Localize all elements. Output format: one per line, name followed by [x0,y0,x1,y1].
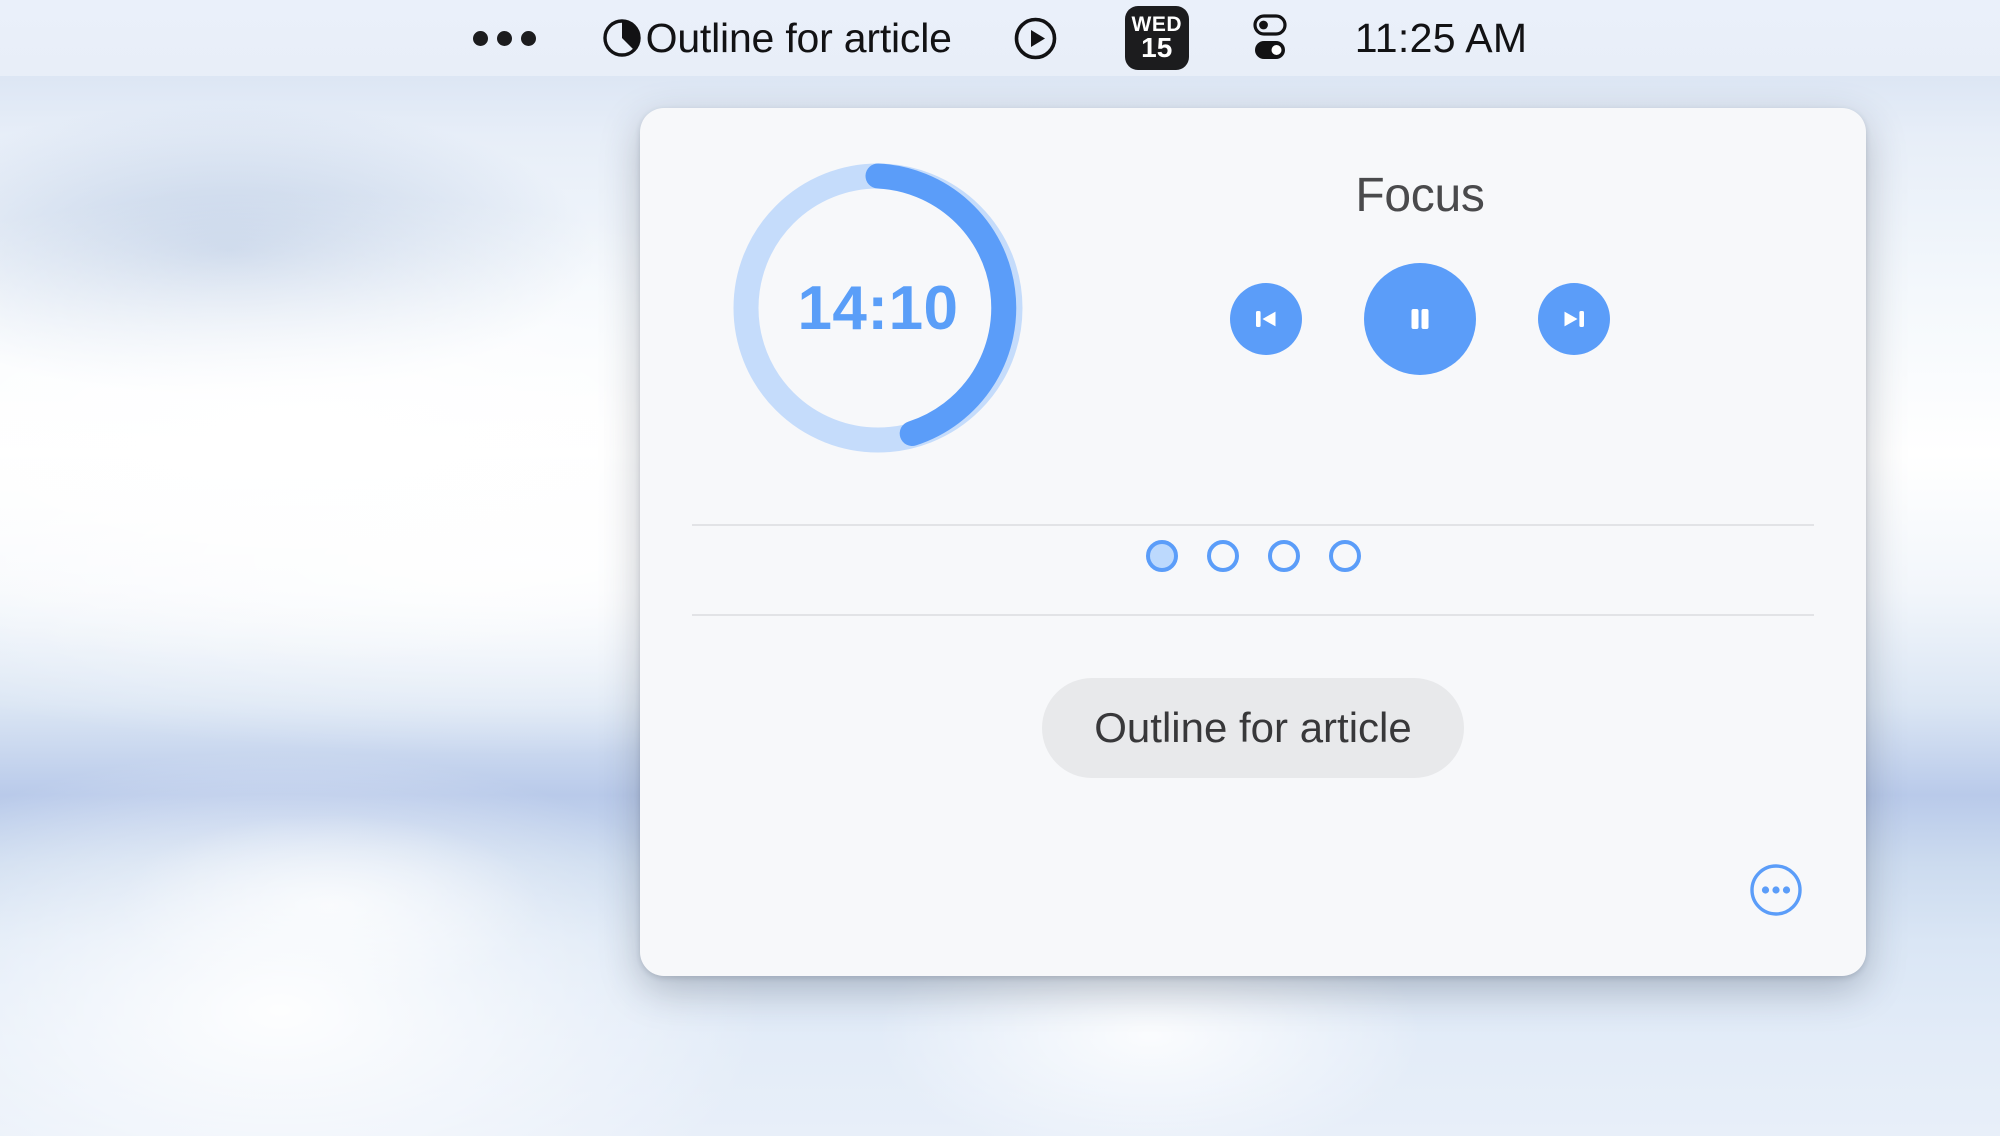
menu-bar: Outline for article WED 15 11:25 AM [0,0,2000,76]
control-center-toggles-icon[interactable] [1247,12,1293,64]
divider-top [692,524,1814,526]
play-circle-icon[interactable] [1014,17,1057,60]
skip-back-icon [1256,311,1276,327]
session-dot-3[interactable] [1267,540,1300,572]
timer-mode-label: Focus [1355,169,1485,222]
transport-button-row [1020,263,1820,375]
dot [520,30,536,46]
session-dot-1[interactable] [1145,540,1178,572]
skip-forward-icon [1564,311,1584,327]
menubar-clock[interactable]: 11:25 AM [1355,15,1528,62]
timer-progress-ring[interactable]: 14:10 [710,140,1046,476]
dot [496,30,512,46]
timer-popover-panel: 14:10 Focus Outline for article [640,108,1866,976]
current-task-pill[interactable]: Outline for article [1042,678,1464,778]
menubar-title[interactable]: Outline for article [646,15,952,62]
timer-remaining-label: 14:10 [797,273,959,343]
previous-session-button[interactable] [1230,283,1302,355]
session-dots [640,540,1866,572]
task-row: Outline for article [640,678,1866,778]
divider-bottom [692,614,1814,616]
timer-controls: Focus [1060,168,1820,375]
session-dot-4[interactable] [1328,540,1361,572]
pie-timer-icon[interactable] [602,18,642,58]
calendar-day: 15 [1141,32,1173,63]
dot [472,30,488,46]
session-dot-2[interactable] [1206,540,1239,572]
calendar-icon[interactable]: WED 15 [1124,6,1189,70]
desktop-wallpaper: Outline for article WED 15 11:25 AM 14:1… [0,0,2000,1136]
three-dots-icon[interactable] [472,30,536,46]
next-session-button[interactable] [1538,283,1610,355]
pause-icon [1411,309,1429,329]
timer-top-row: 14:10 Focus [640,108,1866,508]
pause-button[interactable] [1364,263,1476,375]
more-circle-icon[interactable] [1748,862,1804,918]
